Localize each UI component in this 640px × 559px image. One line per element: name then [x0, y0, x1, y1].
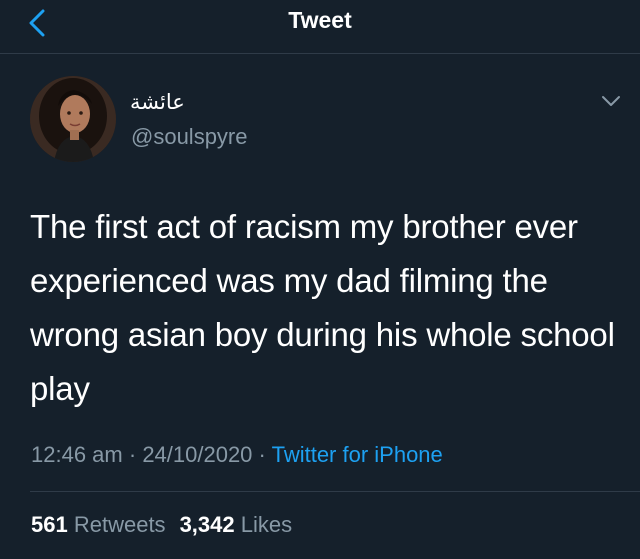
tweet-date: 24/10/2020 — [142, 442, 253, 467]
likes-stat[interactable]: 3,342 Likes — [180, 512, 293, 537]
likes-count: 3,342 — [179, 512, 235, 537]
top-navigation-bar: Tweet — [0, 0, 640, 54]
meta-separator: · — [258, 442, 266, 467]
tweet-stats: 561 Retweets 3,342 Likes — [31, 512, 292, 538]
avatar[interactable] — [30, 76, 116, 162]
retweets-stat[interactable]: 561 Retweets — [31, 512, 166, 537]
likes-label: Likes — [240, 512, 293, 537]
chevron-down-icon — [602, 96, 620, 106]
author-display-name[interactable]: عائشة — [130, 90, 185, 114]
tweet-detail-screen: Tweet عائشة @soulspyre The first act of … — [0, 0, 640, 559]
tweet-text: The first act of racism my brother ever … — [30, 208, 615, 407]
meta-separator: · — [128, 442, 137, 467]
divider — [30, 491, 640, 492]
tweet-author-header: عائشة @soulspyre — [0, 76, 640, 166]
profile-photo — [30, 76, 116, 162]
page-title: Tweet — [288, 7, 352, 33]
retweets-count: 561 — [31, 512, 68, 537]
tweet-source-link[interactable]: Twitter for iPhone — [272, 442, 443, 467]
author-handle[interactable]: @soulspyre — [131, 124, 248, 150]
tweet-menu-button[interactable] — [600, 90, 622, 112]
tweet-time: 12:46 am — [31, 442, 123, 467]
tweet-metadata: 12:46 am · 24/10/2020 · Twitter for iPho… — [31, 442, 443, 468]
retweets-label: Retweets — [73, 512, 166, 537]
